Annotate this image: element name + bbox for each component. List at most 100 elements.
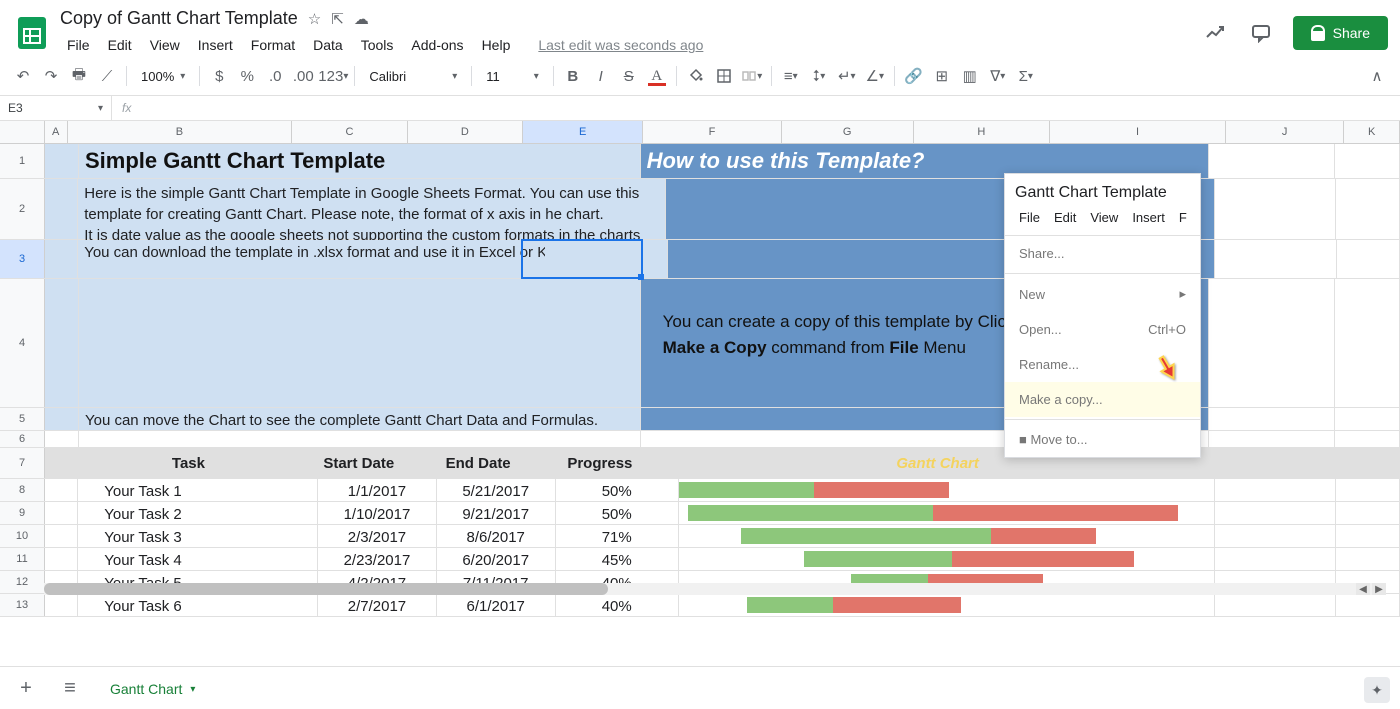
wrap-button[interactable]: ↵▾ xyxy=(834,61,860,91)
sheets-logo[interactable] xyxy=(12,13,52,53)
task-end: 9/21/2017 xyxy=(437,502,556,524)
move-folder-icon[interactable]: ⇱ xyxy=(331,10,344,28)
popup-menu-item[interactable]: F xyxy=(1173,206,1193,229)
popup-item[interactable]: ■ Move to... xyxy=(1005,422,1200,457)
share-button[interactable]: Share xyxy=(1293,16,1388,50)
paint-format-button[interactable]: ⟋ xyxy=(94,61,120,91)
filter-button[interactable]: ∇▾ xyxy=(985,61,1011,91)
popup-item[interactable]: Open...Ctrl+O xyxy=(1005,312,1200,347)
document-title[interactable]: Copy of Gantt Chart Template xyxy=(60,8,298,29)
print-button[interactable]: 🖶 xyxy=(66,61,92,91)
menu-format[interactable]: Format xyxy=(244,33,302,57)
task-name: Your Task 4 xyxy=(78,548,318,570)
row-header[interactable]: 8 xyxy=(0,479,45,501)
link-button[interactable]: 🔗 xyxy=(901,61,927,91)
decrease-decimal-button[interactable]: .0 xyxy=(262,61,288,91)
row-header[interactable]: 3 xyxy=(0,240,45,278)
bold-button[interactable]: B xyxy=(560,61,586,91)
collapse-toolbar-button[interactable]: ∧ xyxy=(1364,61,1390,91)
row-header[interactable]: 13 xyxy=(0,594,45,616)
col-header-j[interactable]: J xyxy=(1226,121,1344,143)
menu-insert[interactable]: Insert xyxy=(191,33,240,57)
col-header-c[interactable]: C xyxy=(292,121,407,143)
horizontal-scrollbar[interactable]: ◀▶ xyxy=(44,583,1386,595)
popup-item[interactable]: Share... xyxy=(1005,236,1200,271)
col-header-b[interactable]: B xyxy=(68,121,293,143)
col-header-d[interactable]: D xyxy=(408,121,523,143)
menu-file[interactable]: File xyxy=(60,33,97,57)
valign-button[interactable]: ⭥▾ xyxy=(806,61,832,91)
increase-decimal-button[interactable]: .00 xyxy=(290,61,316,91)
th-end: End Date xyxy=(419,448,538,478)
task-name: Your Task 3 xyxy=(78,525,318,547)
popup-item[interactable]: New▸ xyxy=(1005,276,1200,312)
font-selector[interactable]: Calibri▾ xyxy=(361,62,465,90)
chart-button[interactable]: ▥ xyxy=(957,61,983,91)
row-header[interactable]: 6 xyxy=(0,431,45,447)
col-header-k[interactable]: K xyxy=(1344,121,1400,143)
text-color-button[interactable]: A xyxy=(644,61,670,91)
currency-button[interactable]: $ xyxy=(206,61,232,91)
menu-view[interactable]: View xyxy=(143,33,187,57)
col-header-e[interactable]: E xyxy=(523,121,643,143)
undo-button[interactable]: ↶ xyxy=(10,61,36,91)
popup-item[interactable]: Make a copy... xyxy=(1005,382,1200,417)
scroll-right-icon[interactable]: ▶ xyxy=(1372,583,1386,595)
popup-menu-item[interactable]: Insert xyxy=(1126,206,1171,229)
row-header[interactable]: 10 xyxy=(0,525,45,547)
rotate-button[interactable]: ∠▾ xyxy=(862,61,888,91)
font-size-selector[interactable]: 11▾ xyxy=(478,62,547,90)
select-all-corner[interactable] xyxy=(0,121,45,143)
scroll-left-icon[interactable]: ◀ xyxy=(1356,583,1370,595)
redo-button[interactable]: ↷ xyxy=(38,61,64,91)
name-box[interactable]: E3▾ xyxy=(0,96,112,120)
more-formats-button[interactable]: 123▾ xyxy=(318,61,348,91)
row-header[interactable]: 7 xyxy=(0,448,45,478)
row-header[interactable]: 1 xyxy=(0,144,45,178)
row-header[interactable]: 12 xyxy=(0,571,45,593)
popup-title: Gantt Chart Template xyxy=(1005,174,1200,206)
lock-icon xyxy=(1311,25,1325,41)
menu-addons[interactable]: Add-ons xyxy=(404,33,470,57)
col-header-i[interactable]: I xyxy=(1050,121,1226,143)
menu-edit[interactable]: Edit xyxy=(101,33,139,57)
explore-button[interactable]: ✦ xyxy=(1364,677,1390,703)
popup-menu-item[interactable]: File xyxy=(1013,206,1046,229)
row-header[interactable]: 5 xyxy=(0,408,45,430)
all-sheets-button[interactable]: ≡ xyxy=(52,670,88,706)
last-edit-link[interactable]: Last edit was seconds ago xyxy=(531,33,710,57)
gantt-bar xyxy=(679,548,1214,570)
functions-button[interactable]: Σ▾ xyxy=(1013,61,1039,91)
percent-button[interactable]: % xyxy=(234,61,260,91)
menu-help[interactable]: Help xyxy=(475,33,518,57)
formula-bar: E3▾ fx xyxy=(0,96,1400,121)
add-sheet-button[interactable]: + xyxy=(8,670,44,706)
star-icon[interactable]: ☆ xyxy=(308,10,321,28)
italic-button[interactable]: I xyxy=(588,61,614,91)
strikethrough-button[interactable]: S xyxy=(616,61,642,91)
popup-menu-item[interactable]: View xyxy=(1084,206,1124,229)
halign-button[interactable]: ≡▾ xyxy=(778,61,804,91)
row-header[interactable]: 4 xyxy=(0,279,45,407)
row-header[interactable]: 2 xyxy=(0,179,45,239)
comment-button[interactable]: ⊞ xyxy=(929,61,955,91)
scroll-thumb[interactable] xyxy=(44,583,608,595)
row-header[interactable]: 9 xyxy=(0,502,45,524)
col-header-h[interactable]: H xyxy=(914,121,1050,143)
popup-menu-item[interactable]: Edit xyxy=(1048,206,1082,229)
zoom-selector[interactable]: 100%▾ xyxy=(133,62,193,90)
borders-button[interactable] xyxy=(711,61,737,91)
spreadsheet-grid[interactable]: A B C D E F G H I J K 1Simple Gantt Char… xyxy=(0,121,1400,641)
sheet-tab-gantt[interactable]: Gantt Chart▾ xyxy=(96,669,209,707)
callout-arrow-icon xyxy=(1152,352,1182,382)
col-header-f[interactable]: F xyxy=(643,121,781,143)
trend-icon[interactable] xyxy=(1201,19,1229,47)
comments-icon[interactable] xyxy=(1247,19,1275,47)
menu-tools[interactable]: Tools xyxy=(354,33,401,57)
col-header-a[interactable]: A xyxy=(45,121,68,143)
menu-data[interactable]: Data xyxy=(306,33,350,57)
row-header[interactable]: 11 xyxy=(0,548,45,570)
col-header-g[interactable]: G xyxy=(782,121,914,143)
merge-button[interactable]: ▾ xyxy=(739,61,765,91)
fill-color-button[interactable] xyxy=(683,61,709,91)
